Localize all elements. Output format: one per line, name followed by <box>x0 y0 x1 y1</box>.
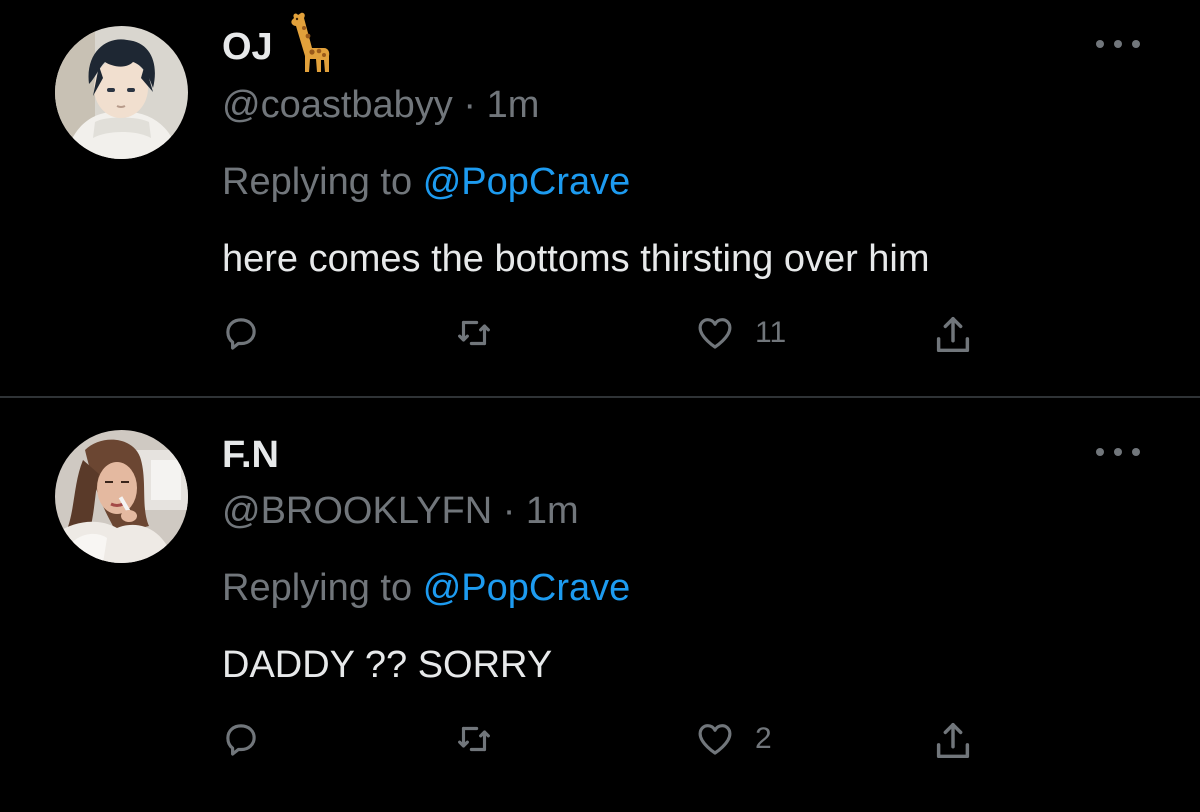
display-name[interactable]: F.N <box>222 436 279 474</box>
replying-to: Replying to @PopCrave <box>222 569 630 607</box>
display-name[interactable]: OJ <box>222 28 273 66</box>
giraffe-emoji-icon <box>286 12 334 79</box>
tweet-meta: @coastbabyy · 1m <box>222 86 539 124</box>
share-icon <box>936 316 970 353</box>
more-options-button[interactable] <box>1096 442 1140 462</box>
reply-button[interactable] <box>220 718 280 760</box>
like-count: 2 <box>755 722 772 755</box>
meta-separator: · <box>463 84 477 126</box>
share-button[interactable] <box>930 718 976 764</box>
retweet-button[interactable] <box>452 312 514 354</box>
user-handle[interactable]: @BROOKLYFN <box>222 490 492 532</box>
reply-button[interactable] <box>220 312 280 354</box>
reply-icon <box>226 724 256 756</box>
reply-icon <box>226 318 256 350</box>
like-button[interactable]: 11 <box>693 312 786 354</box>
heart-icon <box>698 724 732 755</box>
like-button[interactable]: 2 <box>693 718 772 760</box>
share-icon <box>936 722 970 759</box>
mention-link[interactable]: @PopCrave <box>423 161 631 203</box>
more-icon <box>1096 448 1104 456</box>
tweet[interactable]: F.N @BROOKLYFN · 1m Replying to @PopCrav… <box>0 398 1200 812</box>
replying-to-label: Replying to <box>222 567 413 609</box>
replying-to: Replying to @PopCrave <box>222 163 630 201</box>
share-button[interactable] <box>930 312 976 358</box>
timestamp[interactable]: 1m <box>487 84 540 126</box>
tweet-text: here comes the bottoms thirsting over hi… <box>222 238 930 280</box>
heart-icon <box>698 318 732 349</box>
meta-separator: · <box>502 490 516 532</box>
tweet-text: DADDY ?? SORRY <box>222 644 553 686</box>
mention-link[interactable]: @PopCrave <box>423 567 631 609</box>
avatar[interactable] <box>55 430 188 563</box>
retweet-icon <box>458 726 490 752</box>
retweet-button[interactable] <box>452 718 514 760</box>
replying-to-label: Replying to <box>222 161 413 203</box>
avatar[interactable] <box>55 26 188 159</box>
tweet[interactable]: OJ @coastbabyy · 1m Replying to @PopCrav… <box>0 0 1200 396</box>
more-options-button[interactable] <box>1096 34 1140 54</box>
like-count: 11 <box>755 316 787 349</box>
timestamp[interactable]: 1m <box>526 490 579 532</box>
retweet-icon <box>458 320 490 346</box>
user-handle[interactable]: @coastbabyy <box>222 84 453 126</box>
more-icon <box>1096 40 1104 48</box>
tweet-meta: @BROOKLYFN · 1m <box>222 492 579 530</box>
